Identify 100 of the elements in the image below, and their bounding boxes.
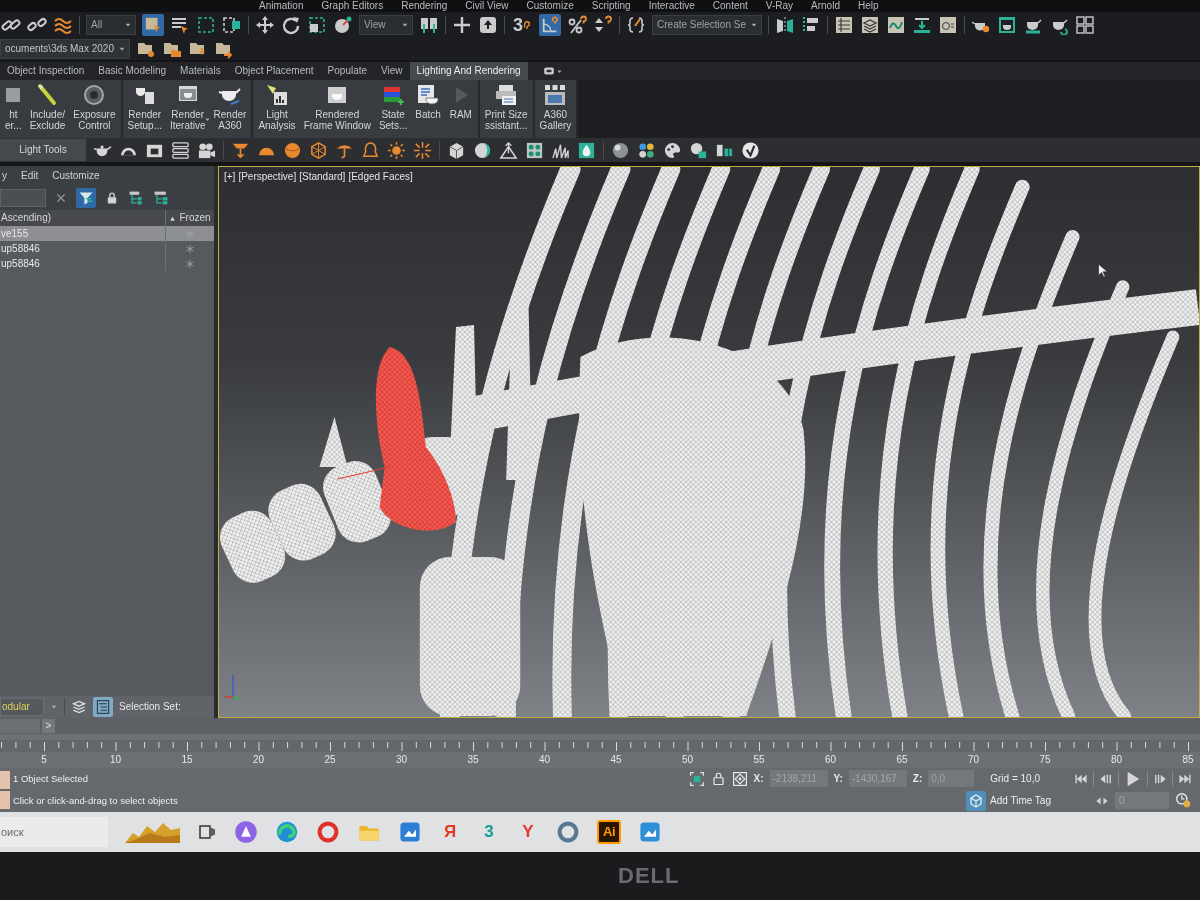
circle-panel-icon[interactable] bbox=[937, 15, 958, 35]
table-icon[interactable] bbox=[833, 15, 854, 35]
drop-tile-icon[interactable] bbox=[577, 140, 596, 160]
ribbon-tool-button[interactable]: State Sets... bbox=[374, 80, 412, 138]
ribbon-tab[interactable]: Object Placement bbox=[227, 62, 321, 80]
menu-item[interactable]: Help bbox=[848, 0, 888, 12]
ribbon-tab[interactable]: Lighting And Rendering bbox=[409, 62, 528, 80]
bell-icon[interactable] bbox=[361, 140, 380, 160]
column-header[interactable]: Frozen bbox=[179, 212, 211, 224]
ring-icon[interactable] bbox=[316, 820, 340, 844]
quad-layout-icon[interactable] bbox=[1074, 15, 1095, 35]
viewport-label[interactable]: [Edged Faces] bbox=[348, 171, 413, 183]
menu-item[interactable]: Customize bbox=[517, 0, 583, 12]
frame-window-icon[interactable] bbox=[996, 15, 1017, 35]
task-view-icon[interactable] bbox=[197, 822, 217, 842]
ribbon-tab[interactable]: View bbox=[374, 62, 410, 80]
palette-icon[interactable] bbox=[663, 140, 682, 160]
list-icon[interactable] bbox=[171, 140, 190, 160]
panel-title[interactable]: Light Tools bbox=[0, 139, 86, 161]
sphere-icon[interactable] bbox=[283, 140, 302, 160]
picture-tile-icon[interactable] bbox=[398, 820, 422, 844]
up-arrow-tile-icon[interactable] bbox=[478, 15, 498, 35]
ribbon-tool-button[interactable]: Batch bbox=[411, 80, 445, 138]
viewport[interactable]: [+] [Perspective] [Standard] [Edged Faces] bbox=[218, 166, 1200, 718]
menu-item[interactable]: Customize bbox=[52, 170, 100, 182]
twin-blocks-icon[interactable] bbox=[419, 15, 439, 35]
landscape-thumbnail-icon[interactable] bbox=[125, 821, 180, 843]
selection-set-button[interactable] bbox=[93, 697, 113, 717]
mirror-icon[interactable] bbox=[774, 15, 795, 35]
lock-icon[interactable] bbox=[710, 771, 726, 786]
check-disc-icon[interactable] bbox=[741, 140, 760, 160]
app-logo[interactable]: Ai bbox=[597, 820, 621, 844]
scene-object-row[interactable]: up58846 bbox=[0, 241, 214, 256]
lock-icon[interactable] bbox=[105, 191, 119, 205]
timeline-ruler[interactable]: 5 10 15 20 25 30 35 40 45 50 55 60 65 70 75 80 85 bbox=[0, 734, 1200, 768]
named-selection-dropdown[interactable]: Create Selection Se bbox=[652, 15, 762, 35]
rounded-rectangle-icon[interactable] bbox=[541, 65, 556, 77]
ribbon-tool-button[interactable]: Render Iterative bbox=[166, 80, 210, 138]
picture-tile-icon[interactable] bbox=[638, 820, 662, 844]
starburst-icon[interactable] bbox=[413, 140, 432, 160]
sphere-square-icon[interactable] bbox=[689, 140, 708, 160]
ring-icon[interactable] bbox=[556, 820, 580, 844]
column-header[interactable]: Ascending) bbox=[1, 212, 52, 224]
snaps-toggle-button[interactable]: 3 bbox=[511, 13, 533, 37]
search-field[interactable]: оиск bbox=[0, 817, 108, 847]
layers-icon[interactable] bbox=[859, 15, 880, 35]
layers-stack-icon[interactable] bbox=[71, 699, 87, 715]
film-camera-icon[interactable] bbox=[197, 140, 216, 160]
ribbon-tab[interactable]: Populate bbox=[320, 62, 375, 80]
cube-icon[interactable] bbox=[447, 140, 466, 160]
move-icon[interactable] bbox=[255, 15, 275, 35]
swirl-icon[interactable] bbox=[275, 820, 299, 844]
angle-snap-button[interactable] bbox=[539, 14, 561, 36]
menu-item[interactable]: V-Ray bbox=[756, 0, 803, 12]
rotate-icon[interactable] bbox=[281, 15, 301, 35]
script-field[interactable] bbox=[0, 771, 10, 789]
search-field[interactable] bbox=[0, 189, 46, 207]
sun-icon[interactable] bbox=[387, 140, 406, 160]
menu-item[interactable]: Animation bbox=[250, 0, 313, 12]
ribbon-tab[interactable]: Basic Modeling bbox=[91, 62, 174, 80]
menu-item[interactable]: y bbox=[2, 170, 7, 182]
diamond-box-icon[interactable] bbox=[731, 770, 748, 787]
menu-item[interactable]: Graph Editors bbox=[312, 0, 393, 12]
ribbon-tool-button[interactable]: Light Analysis bbox=[254, 80, 300, 138]
scale-icon[interactable] bbox=[307, 15, 327, 35]
sphere-icon[interactable] bbox=[611, 140, 630, 160]
menu-item[interactable]: Scripting bbox=[582, 0, 640, 12]
plus-icon[interactable] bbox=[452, 15, 472, 35]
ribbon-tool-button[interactable]: Exposure Control bbox=[69, 80, 120, 138]
geodesic-sphere-icon[interactable] bbox=[309, 140, 328, 160]
half-shaded-sphere-icon[interactable] bbox=[473, 140, 492, 160]
menu-item[interactable]: Interactive bbox=[639, 0, 704, 12]
scene-object-row[interactable]: up58846 bbox=[0, 256, 214, 271]
ribbon-tab[interactable]: Object Inspection bbox=[0, 62, 92, 80]
ribbon-tool-button[interactable]: Rendered Frame Window bbox=[299, 80, 375, 138]
ribbon-tool-button[interactable]: ht er... bbox=[1, 80, 26, 138]
add-time-tag-button[interactable]: Add Time Tag bbox=[966, 790, 1051, 811]
sphere-pin-icon[interactable] bbox=[333, 15, 353, 35]
viewport-label[interactable]: [Standard] bbox=[299, 171, 346, 183]
snowflake-icon[interactable] bbox=[185, 243, 195, 254]
caret-icon[interactable] bbox=[50, 703, 58, 711]
wave-icon[interactable] bbox=[53, 15, 73, 35]
selection-filter-dropdown[interactable]: All bbox=[86, 15, 136, 35]
ribbon-tool-button[interactable]: RAM bbox=[444, 80, 477, 138]
dot-cluster-icon[interactable] bbox=[637, 140, 656, 160]
dashed-window-icon[interactable] bbox=[222, 15, 242, 35]
viewport-label[interactable]: [+] bbox=[224, 171, 236, 183]
dashed-rectangle-icon[interactable] bbox=[196, 15, 216, 35]
script-field[interactable] bbox=[0, 791, 10, 809]
filter-button[interactable] bbox=[76, 188, 96, 208]
project-folder-dropdown[interactable]: ocuments\3ds Max 2020 bbox=[0, 39, 130, 59]
next-frame-button[interactable]: > bbox=[42, 719, 55, 733]
braces-icon[interactable] bbox=[626, 15, 646, 35]
ribbon-tool-button[interactable]: Include/ Exclude bbox=[25, 80, 70, 138]
percent-icon[interactable] bbox=[567, 15, 587, 35]
menu-item[interactable]: Content bbox=[703, 0, 757, 12]
ribbon-tool-button[interactable]: Render A360 bbox=[209, 80, 251, 138]
coordinate-system-dropdown[interactable]: View bbox=[359, 15, 413, 35]
menu-item[interactable]: Edit bbox=[21, 170, 39, 182]
disc-icon[interactable] bbox=[234, 820, 258, 844]
